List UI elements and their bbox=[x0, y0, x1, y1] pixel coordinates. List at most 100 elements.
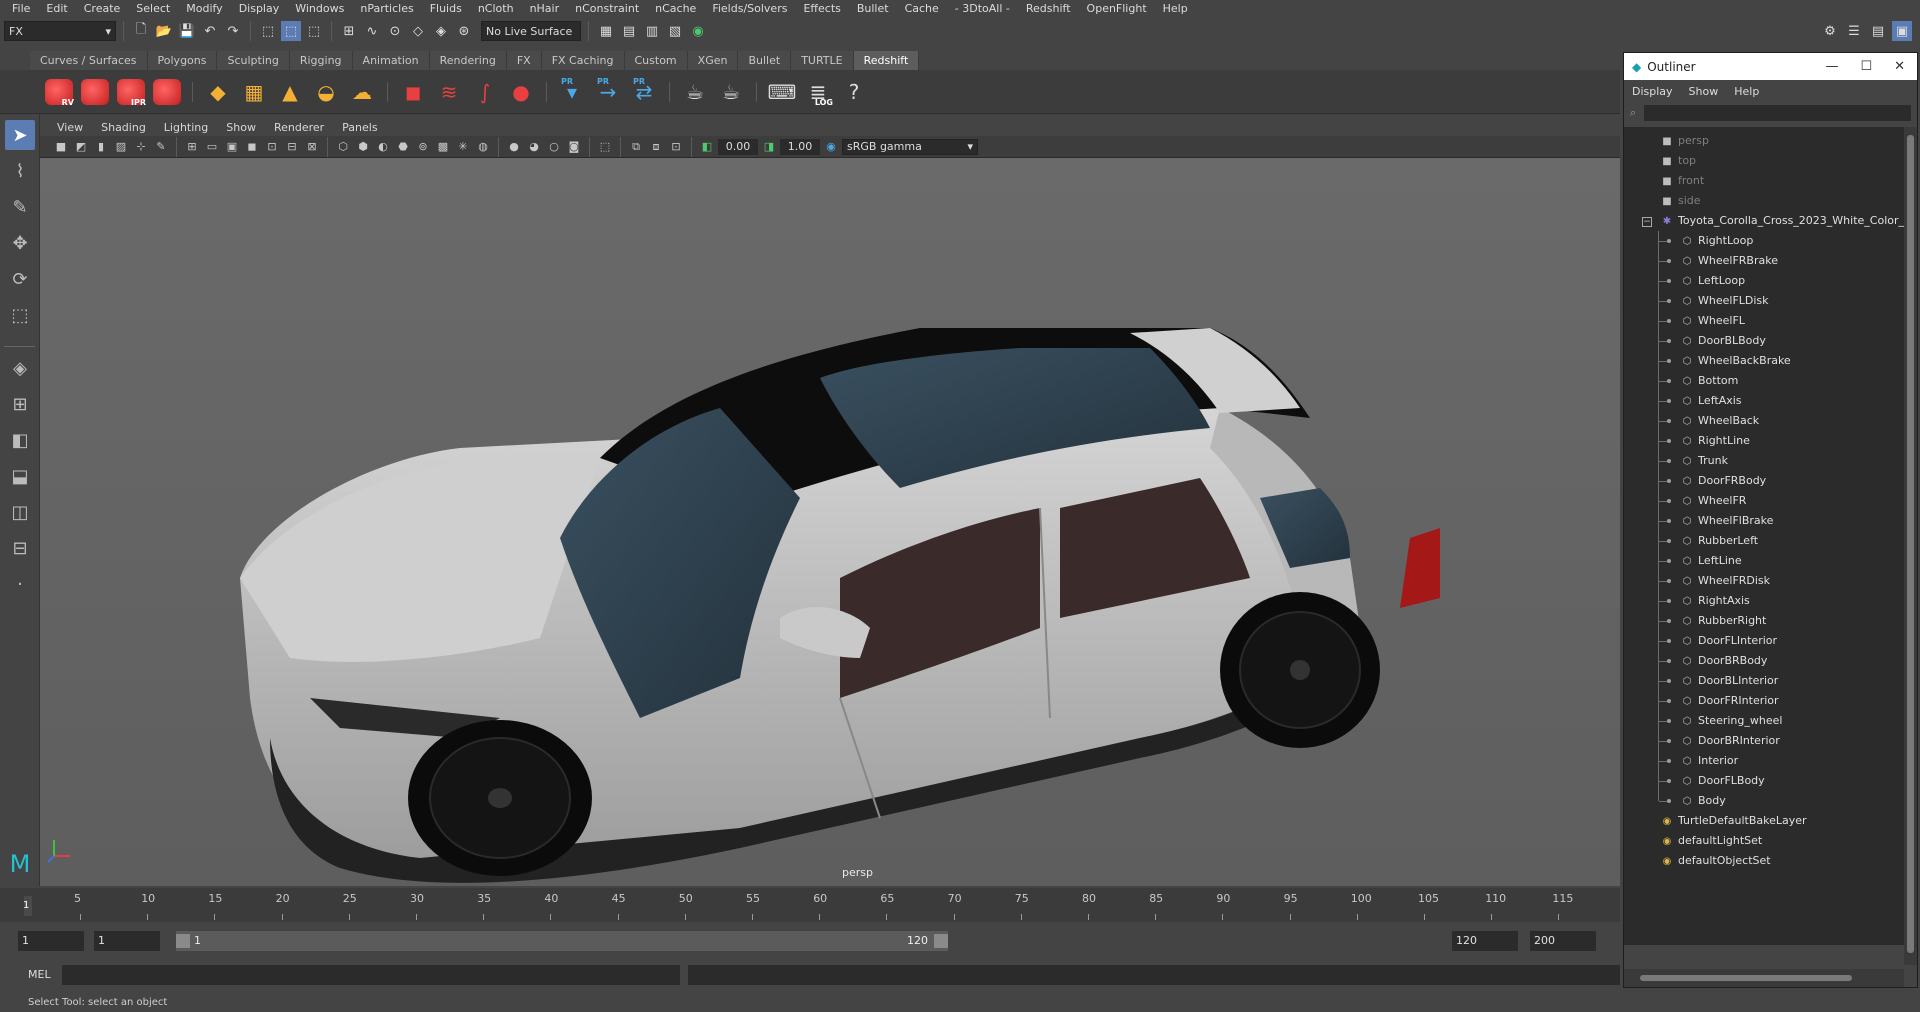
outliner-item-doorfrinterior[interactable]: ⬡ DoorFRInterior bbox=[1680, 691, 1779, 711]
side-by-side-icon[interactable]: ◧ bbox=[5, 425, 35, 455]
scroll-thumb[interactable] bbox=[1907, 135, 1914, 953]
rs-teapot-icon[interactable]: ☕ bbox=[680, 77, 710, 107]
command-input[interactable] bbox=[62, 965, 680, 985]
xray-active-icon[interactable]: ⧈ bbox=[647, 138, 665, 156]
shelf-tab-rendering[interactable]: Rendering bbox=[429, 51, 507, 70]
rs-script-icon[interactable]: ⌨ bbox=[767, 77, 797, 107]
outliner-camera-persp[interactable]: ■ persp bbox=[1660, 131, 1709, 151]
outliner-item-leftaxis[interactable]: ⬡ LeftAxis bbox=[1680, 391, 1742, 411]
ipr-render-icon[interactable]: ▥ bbox=[642, 21, 662, 41]
render-settings-icon[interactable]: ▦ bbox=[596, 21, 616, 41]
exposure-icon[interactable]: ◧ bbox=[698, 138, 716, 156]
rs-snapshot-button[interactable] bbox=[80, 77, 110, 107]
snap-point-icon[interactable]: ⊙ bbox=[385, 21, 405, 41]
panel-menu-panels[interactable]: Panels bbox=[333, 121, 386, 134]
open-scene-icon[interactable]: 📂 bbox=[154, 21, 174, 41]
panel-menu-lighting[interactable]: Lighting bbox=[155, 121, 217, 134]
snap-surface-icon[interactable]: ◈ bbox=[431, 21, 451, 41]
outliner-item-doorflbody[interactable]: ⬡ DoorFLBody bbox=[1680, 771, 1765, 791]
panel-menu-renderer[interactable]: Renderer bbox=[265, 121, 333, 134]
filter-icon[interactable]: ⌕ bbox=[1630, 106, 1636, 120]
persp-graph-icon[interactable]: ◫ bbox=[5, 497, 35, 527]
save-scene-icon[interactable]: 💾 bbox=[177, 21, 197, 41]
rs-log-icon[interactable]: LOG ≣ bbox=[803, 77, 833, 107]
menu-fields-solvers[interactable]: Fields/Solvers bbox=[704, 0, 795, 17]
gamma-field[interactable]: 1.00 bbox=[780, 138, 820, 155]
exposure-field[interactable]: 0.00 bbox=[718, 138, 758, 155]
colorspace-icon[interactable]: ◉ bbox=[822, 138, 840, 156]
panel-menu-view[interactable]: View bbox=[48, 121, 92, 134]
live-surface-field[interactable]: No Live Surface bbox=[481, 21, 581, 41]
outliner-item-wheelflbrake[interactable]: ⬡ WheelFlBrake bbox=[1680, 511, 1774, 531]
menu-display[interactable]: Display bbox=[231, 0, 288, 17]
colorspace-dropdown[interactable]: sRGB gamma ▾ bbox=[842, 138, 978, 155]
rs-hair-icon[interactable]: ≋ bbox=[434, 77, 464, 107]
menu-edit[interactable]: Edit bbox=[38, 0, 75, 17]
outliner-menu-show[interactable]: Show bbox=[1689, 85, 1719, 98]
outliner-item-leftloop[interactable]: ⬡ LeftLoop bbox=[1680, 271, 1745, 291]
outliner-set-defaultobjectset[interactable]: ◉ defaultObjectSet bbox=[1660, 851, 1771, 871]
more-layouts-icon[interactable]: · bbox=[5, 569, 35, 599]
select-hierarchy-icon[interactable]: ⬚ bbox=[258, 21, 278, 41]
outliner-item-bottom[interactable]: ⬡ Bottom bbox=[1680, 371, 1739, 391]
motion-blur-icon[interactable]: ◕ bbox=[525, 138, 543, 156]
redo-icon[interactable]: ↷ bbox=[223, 21, 243, 41]
shelf-tab-xgen[interactable]: XGen bbox=[687, 51, 739, 70]
range-bar[interactable]: 1 120 bbox=[176, 931, 948, 951]
outliner-item-wheelfrdisk[interactable]: ⬡ WheelFRDisk bbox=[1680, 571, 1770, 591]
menu-ncache[interactable]: nCache bbox=[647, 0, 704, 17]
range-start-handle[interactable] bbox=[176, 934, 190, 948]
2d-pan-zoom-icon[interactable]: ⊹ bbox=[132, 138, 150, 156]
range-end-handle[interactable] bbox=[934, 934, 948, 948]
scale-tool-icon[interactable]: ⬚ bbox=[5, 300, 35, 330]
rotate-tool-icon[interactable]: ⟳ bbox=[5, 264, 35, 294]
rs-portal-light-icon[interactable]: ▦ bbox=[239, 77, 269, 107]
menu-fluids[interactable]: Fluids bbox=[422, 0, 470, 17]
wireframe-on-shaded-icon[interactable]: ⬣ bbox=[394, 138, 412, 156]
anim-start-field[interactable]: 1 bbox=[94, 931, 160, 951]
anti-alias-icon[interactable]: ○ bbox=[545, 138, 563, 156]
select-camera-icon[interactable]: ■ bbox=[52, 138, 70, 156]
menu-select[interactable]: Select bbox=[128, 0, 178, 17]
shelf-tab-polygons[interactable]: Polygons bbox=[147, 51, 218, 70]
smooth-shade-icon[interactable]: ⬢ bbox=[354, 138, 372, 156]
outliner-item-wheelfldisk[interactable]: ⬡ WheelFLDisk bbox=[1680, 291, 1769, 311]
outliner-menu-display[interactable]: Display bbox=[1632, 85, 1673, 98]
grease-pencil-icon[interactable]: ✎ bbox=[152, 138, 170, 156]
gamma-icon[interactable]: ◨ bbox=[760, 138, 778, 156]
outliner-item-doorbrinterior[interactable]: ⬡ DoorBRInterior bbox=[1680, 731, 1780, 751]
grid-icon[interactable]: ⊞ bbox=[183, 138, 201, 156]
rs-pr-export-icon[interactable]: PR ▾ bbox=[557, 77, 587, 107]
field-chart-icon[interactable]: ⊡ bbox=[263, 138, 281, 156]
menu-nparticles[interactable]: nParticles bbox=[352, 0, 421, 17]
rs-sphere-icon[interactable]: ● bbox=[506, 77, 536, 107]
menu-openflight[interactable]: OpenFlight bbox=[1079, 0, 1155, 17]
menu-redshift[interactable]: Redshift bbox=[1018, 0, 1079, 17]
rs-settings-button[interactable] bbox=[152, 77, 182, 107]
viewport-persp[interactable] bbox=[40, 158, 1620, 886]
outliner-menu-help[interactable]: Help bbox=[1734, 85, 1759, 98]
backface-icon[interactable]: ⊡ bbox=[667, 138, 685, 156]
menu-modify[interactable]: Modify bbox=[178, 0, 230, 17]
render-view-icon[interactable]: ▧ bbox=[665, 21, 685, 41]
safe-title-icon[interactable]: ⊠ bbox=[303, 138, 321, 156]
attribute-editor-icon[interactable]: ▤ bbox=[1868, 21, 1888, 41]
outliner-item-wheelfl[interactable]: ⬡ WheelFL bbox=[1680, 311, 1745, 331]
image-plane-icon[interactable]: ▨ bbox=[112, 138, 130, 156]
wireframe-icon[interactable]: ⬡ bbox=[334, 138, 352, 156]
outliner-item-rightloop[interactable]: ⬡ RightLoop bbox=[1680, 231, 1754, 251]
outliner-horizontal-scrollbar[interactable] bbox=[1624, 969, 1904, 987]
snap-view-icon[interactable]: ◇ bbox=[408, 21, 428, 41]
outliner-item-wheelbackbrake[interactable]: ⬡ WheelBackBrake bbox=[1680, 351, 1791, 371]
menu-effects[interactable]: Effects bbox=[795, 0, 848, 17]
xray-icon[interactable]: ⊚ bbox=[414, 138, 432, 156]
shelf-tab-fx-caching[interactable]: FX Caching bbox=[541, 51, 625, 70]
outliner-item-steering-wheel[interactable]: ⬡ Steering_wheel bbox=[1680, 711, 1783, 731]
select-object-icon[interactable]: ⬚ bbox=[281, 21, 301, 41]
safe-action-icon[interactable]: ⊟ bbox=[283, 138, 301, 156]
anim-end-field[interactable]: 200 bbox=[1530, 931, 1596, 951]
outliner-vertical-scrollbar[interactable] bbox=[1904, 127, 1917, 965]
rs-dome-light-icon[interactable]: ◒ bbox=[311, 77, 341, 107]
persp-outliner-icon[interactable]: ⬓ bbox=[5, 461, 35, 491]
select-component-icon[interactable]: ⬚ bbox=[304, 21, 324, 41]
